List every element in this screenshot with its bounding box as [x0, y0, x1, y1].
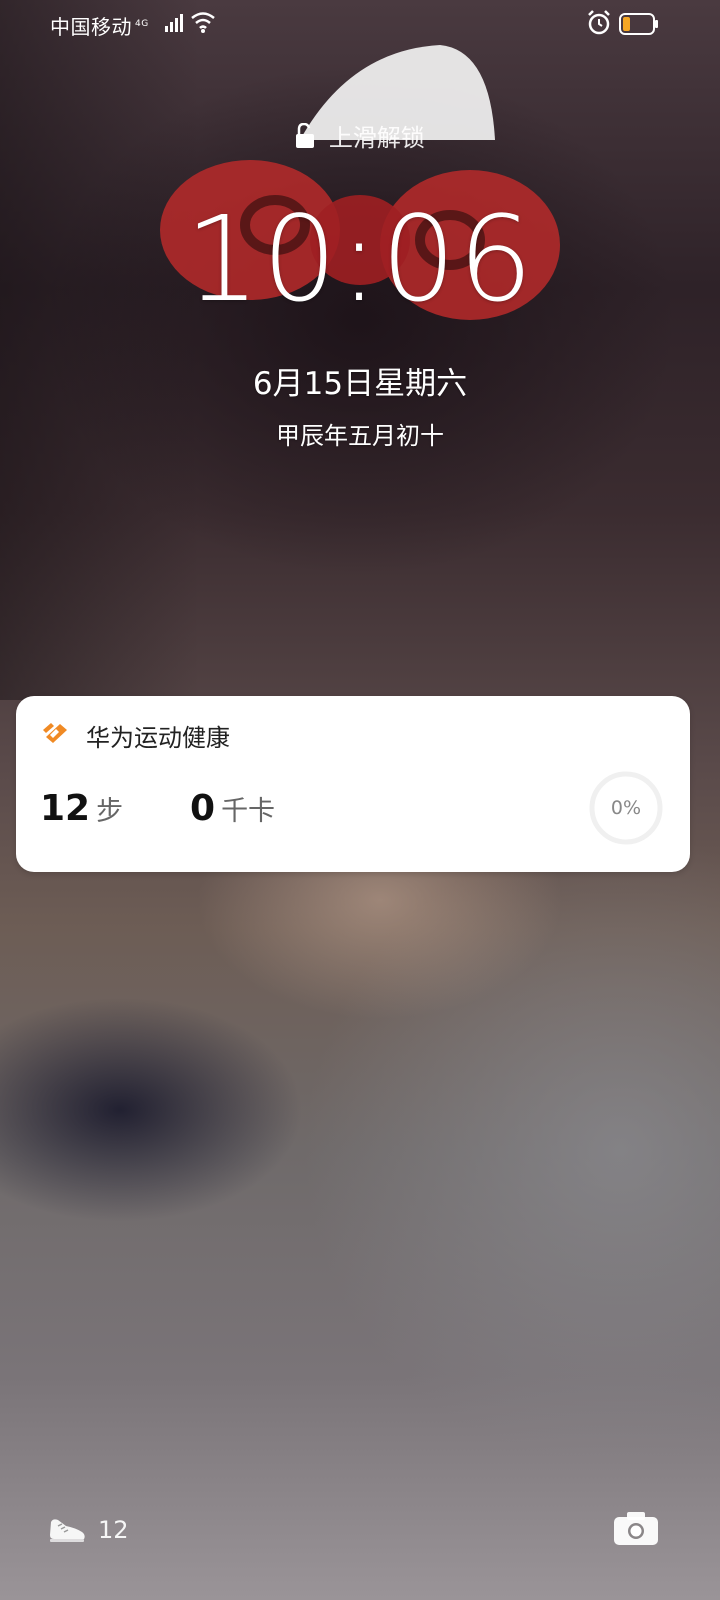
unlock-icon [296, 123, 315, 148]
lockscreen-clock: 10:06 [184, 190, 536, 328]
calories-value: 0 [190, 788, 216, 829]
alarm-icon [588, 10, 610, 35]
battery-low-icon [619, 13, 658, 35]
bottom-steps-count: 12 [98, 1516, 129, 1544]
shoe-icon [50, 1519, 85, 1542]
camera-shortcut-icon[interactable] [613, 1510, 659, 1546]
steps-value: 12 [40, 788, 91, 829]
wifi-icon [191, 12, 215, 33]
health-app-name: 华为运动健康 [86, 724, 230, 752]
lockscreen-date: 6月15日星期六 [252, 366, 468, 402]
swipe-up-unlock-hint[interactable]: 上滑解锁 [0, 118, 720, 153]
unlock-hint-text: 上滑解锁 [328, 124, 425, 152]
lunar-date: 甲辰年五月初十 [276, 422, 444, 450]
carrier-name: 中国移动 4G [50, 15, 149, 39]
huawei-health-icon [43, 723, 67, 743]
goal-progress-label: 0% [610, 797, 642, 819]
calories-stat: 0 千卡 [190, 788, 275, 829]
health-widget-card[interactable]: 华为运动健康 12 步 0 千卡 0% [16, 696, 690, 872]
steps-stat: 12 步 [40, 788, 123, 829]
calories-unit: 千卡 [221, 796, 276, 827]
steps-unit: 步 [96, 796, 124, 827]
status-bar: 中国移动 4G [0, 0, 720, 50]
signal-strength-icon [165, 14, 183, 32]
network-type-badge: 4G [135, 19, 149, 29]
